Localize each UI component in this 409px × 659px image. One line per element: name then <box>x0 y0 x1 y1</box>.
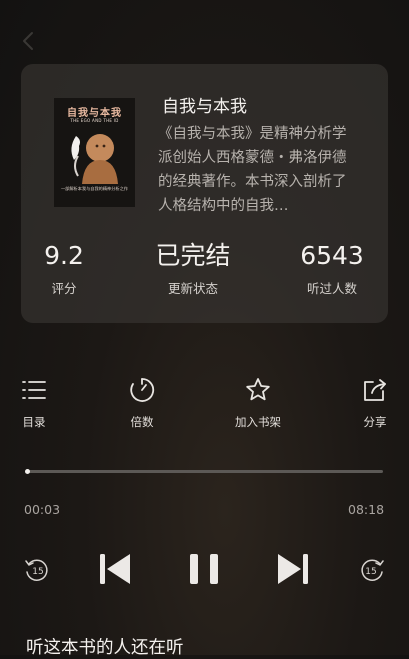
back-arrow-icon[interactable] <box>18 30 40 52</box>
listeners-label: 听过人数 <box>306 281 357 296</box>
catalog-button[interactable]: 目录 <box>16 376 52 430</box>
forward-seconds: 15 <box>365 567 376 577</box>
progress-handle[interactable] <box>25 469 30 474</box>
forward-15-button[interactable]: 15 <box>358 556 386 584</box>
pause-button[interactable] <box>187 552 221 586</box>
book-info-card: 自我与本我 THE EGO AND THE ID 一部解析本我与自我的精神分析之… <box>21 64 388 323</box>
update-status-value: 已完结 <box>155 241 231 270</box>
cover-tagline: 一部解析本我与自我的精神分析之作 <box>60 186 128 191</box>
stat-rating: 9.2 评分 <box>37 240 91 297</box>
next-button[interactable] <box>276 552 310 586</box>
total-time: 08:18 <box>348 502 385 517</box>
share-button[interactable]: 分享 <box>357 376 393 430</box>
add-to-shelf-label: 加入书架 <box>235 415 281 429</box>
cover-title: 自我与本我 <box>67 108 122 119</box>
book-title: 自我与本我 <box>162 97 247 117</box>
speed-icon <box>130 378 155 402</box>
rating-label: 评分 <box>51 281 77 296</box>
star-icon <box>246 378 270 401</box>
previous-button[interactable] <box>98 552 132 586</box>
update-status-label: 更新状态 <box>167 281 218 296</box>
share-label: 分享 <box>363 415 387 429</box>
speed-button[interactable]: 倍数 <box>124 376 160 430</box>
rating-value: 9.2 <box>44 241 84 270</box>
stat-listeners: 6543 听过人数 <box>292 240 372 297</box>
current-time: 00:03 <box>24 502 61 517</box>
speed-label: 倍数 <box>130 415 154 429</box>
book-description[interactable]: 《自我与本我》是精神分析学派创始人西格蒙德・弗洛伊德的经典著作。本书深入剖析了人… <box>158 122 358 218</box>
add-to-shelf-button[interactable]: 加入书架 <box>230 376 286 430</box>
book-cover[interactable]: 自我与本我 THE EGO AND THE ID 一部解析本我与自我的精神分析之… <box>54 98 135 207</box>
listeners-value: 6543 <box>300 241 364 270</box>
rewind-15-button[interactable]: 15 <box>23 556 51 584</box>
share-icon <box>364 379 386 401</box>
catalog-label: 目录 <box>22 415 46 429</box>
rewind-seconds: 15 <box>32 567 43 577</box>
stat-update-status: 已完结 更新状态 <box>143 240 243 297</box>
cover-subtitle: THE EGO AND THE ID <box>70 118 119 123</box>
list-icon <box>22 381 46 399</box>
progress-track[interactable] <box>27 470 383 473</box>
related-section-title: 听这本书的人还在听 <box>26 638 184 658</box>
cover-illustration-icon <box>71 134 118 184</box>
